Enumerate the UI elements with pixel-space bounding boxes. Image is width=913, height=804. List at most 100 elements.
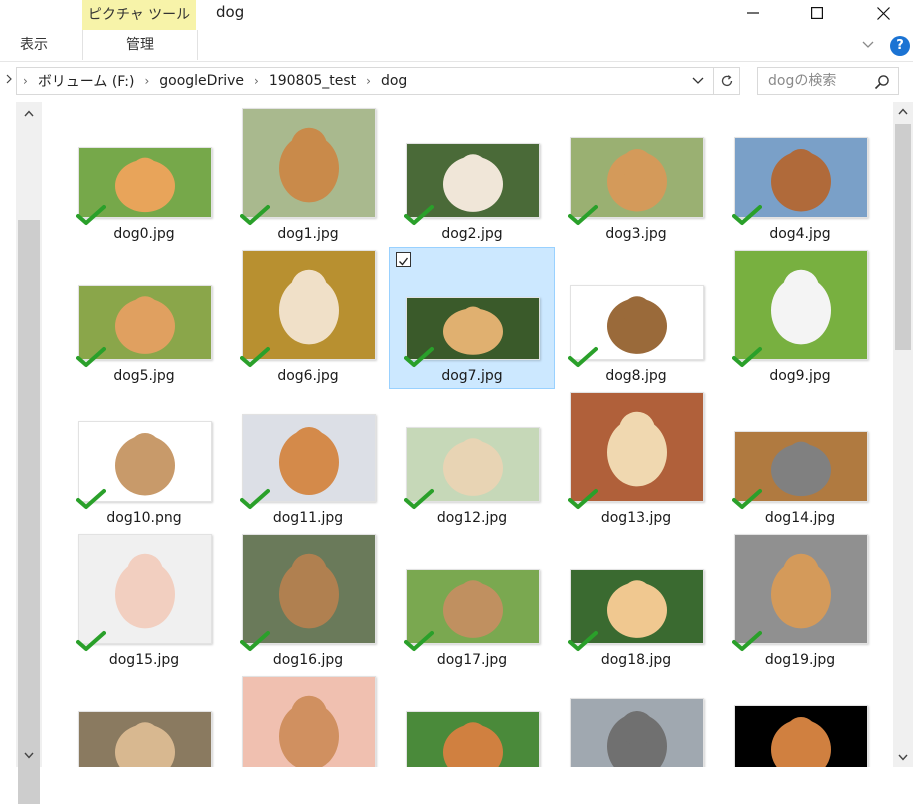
file-thumbnail — [406, 711, 540, 767]
file-name-label: dog3.jpg — [605, 226, 667, 242]
file-item-dog3-jpg[interactable]: dog3.jpg — [554, 106, 718, 246]
address-history-dropdown-icon[interactable] — [692, 75, 704, 88]
file-item-dog16-jpg[interactable]: dog16.jpg — [226, 532, 390, 672]
file-name-label: dog19.jpg — [764, 652, 836, 668]
search-box[interactable] — [757, 67, 899, 95]
file-name-label: dog15.jpg — [108, 652, 180, 668]
refresh-button[interactable] — [714, 67, 740, 95]
file-name-label: dog5.jpg — [113, 368, 175, 384]
file-item-dog6-jpg[interactable]: dog6.jpg — [226, 248, 390, 388]
file-list-scrollbar[interactable] — [893, 102, 913, 767]
file-item-dog14-jpg[interactable]: dog14.jpg — [718, 390, 882, 530]
file-thumbnail — [242, 250, 376, 360]
breadcrumb-item-190805-test[interactable]: 190805_test — [265, 73, 360, 89]
file-grid: dog0.jpg dog1.jpg dog2.jpg dog3.jpg dog4.jpg… — [62, 106, 888, 767]
breadcrumb-item-dog[interactable]: dog — [377, 73, 411, 89]
file-item-dog0-jpg[interactable]: dog0.jpg — [62, 106, 226, 246]
search-icon[interactable] — [874, 74, 890, 94]
breadcrumb-separator-icon: › — [23, 74, 28, 88]
file-name-label: dog7.jpg — [441, 368, 503, 384]
file-name-label: dog1.jpg — [277, 226, 339, 242]
scrollbar-thumb[interactable] — [895, 124, 911, 350]
scroll-down-arrow-icon[interactable] — [893, 750, 913, 764]
file-item-dog4-jpg[interactable]: dog4.jpg — [718, 106, 882, 246]
file-item-dog24-jpg[interactable] — [718, 674, 882, 767]
tab-manage[interactable]: 管理 — [82, 30, 198, 60]
window-title: dog — [216, 3, 245, 21]
file-item-dog9-jpg[interactable]: dog9.jpg — [718, 248, 882, 388]
address-bar[interactable]: › ボリューム (F:) › googleDrive › 190805_test… — [16, 67, 714, 95]
minimize-button[interactable] — [730, 0, 776, 26]
help-button[interactable]: ? — [890, 36, 910, 56]
sync-status-check-icon — [404, 630, 434, 652]
tab-view[interactable]: 表示 — [20, 30, 48, 60]
breadcrumb-separator-icon[interactable]: › — [360, 74, 377, 88]
recent-locations-icon[interactable] — [6, 72, 12, 88]
breadcrumb-item-googledrive[interactable]: googleDrive — [155, 73, 248, 89]
breadcrumb-separator-icon[interactable]: › — [138, 74, 155, 88]
file-thumbnail — [242, 108, 376, 218]
sync-status-check-icon — [240, 630, 270, 652]
navigation-pane-scrollbar[interactable] — [16, 102, 42, 804]
file-thumbnail — [242, 534, 376, 644]
close-button[interactable] — [860, 0, 906, 26]
file-item-dog2-jpg[interactable]: dog2.jpg — [390, 106, 554, 246]
file-item-dog7-jpg[interactable]: dog7.jpg — [389, 247, 555, 389]
file-name-label: dog14.jpg — [764, 510, 836, 526]
file-item-dog18-jpg[interactable]: dog18.jpg — [554, 532, 718, 672]
close-icon — [876, 6, 890, 20]
ribbon: ピクチャ ツール dog 表示 管理 ? — [0, 0, 913, 61]
file-item-dog5-jpg[interactable]: dog5.jpg — [62, 248, 226, 388]
navigation-pane-edge — [0, 102, 14, 767]
file-item-dog23-jpg[interactable] — [554, 674, 718, 767]
refresh-icon — [721, 75, 732, 87]
file-item-dog22-jpg[interactable] — [390, 674, 554, 767]
file-name-label: dog17.jpg — [436, 652, 508, 668]
sync-status-check-icon — [568, 630, 598, 652]
sync-status-check-icon — [568, 488, 598, 510]
sync-status-check-icon — [240, 488, 270, 510]
breadcrumb-separator-icon[interactable]: › — [248, 74, 265, 88]
sync-status-check-icon — [732, 204, 762, 226]
sync-status-check-icon — [568, 346, 598, 368]
sync-status-check-icon — [732, 346, 762, 368]
file-item-dog20-jpg[interactable] — [62, 674, 226, 767]
sync-status-check-icon — [76, 630, 106, 652]
scroll-up-arrow-icon[interactable] — [16, 106, 42, 120]
picture-tools-context-tab[interactable]: ピクチャ ツール — [82, 0, 196, 30]
item-select-checkbox[interactable] — [396, 252, 411, 267]
file-item-dog19-jpg[interactable]: dog19.jpg — [718, 532, 882, 672]
file-item-dog17-jpg[interactable]: dog17.jpg — [390, 532, 554, 672]
file-thumbnail — [570, 392, 704, 502]
file-item-dog11-jpg[interactable]: dog11.jpg — [226, 390, 390, 530]
file-item-dog10-png[interactable]: dog10.png — [62, 390, 226, 530]
file-item-dog21-jpg[interactable] — [226, 674, 390, 767]
file-item-dog12-jpg[interactable]: dog12.jpg — [390, 390, 554, 530]
sync-status-check-icon — [404, 488, 434, 510]
sync-status-check-icon — [240, 204, 270, 226]
scroll-up-arrow-icon[interactable] — [893, 104, 913, 118]
scrollbar-thumb[interactable] — [18, 220, 40, 804]
sync-status-check-icon — [240, 346, 270, 368]
search-input[interactable] — [766, 72, 878, 90]
sync-status-check-icon — [732, 488, 762, 510]
file-item-dog13-jpg[interactable]: dog13.jpg — [554, 390, 718, 530]
breadcrumb-item-volume[interactable]: ボリューム (F:) — [34, 71, 139, 91]
sync-status-check-icon — [76, 204, 106, 226]
ribbon-expand-chevron-icon[interactable] — [862, 38, 874, 53]
sync-status-check-icon — [76, 488, 106, 510]
file-name-label: dog16.jpg — [272, 652, 344, 668]
file-name-label: dog8.jpg — [605, 368, 667, 384]
file-item-dog15-jpg[interactable]: dog15.jpg — [62, 532, 226, 672]
maximize-button[interactable] — [794, 0, 840, 26]
file-thumbnail — [242, 676, 376, 767]
file-item-dog1-jpg[interactable]: dog1.jpg — [226, 106, 390, 246]
scroll-down-arrow-icon[interactable] — [16, 748, 42, 762]
file-name-label: dog2.jpg — [441, 226, 503, 242]
file-name-label: dog4.jpg — [769, 226, 831, 242]
file-name-label: dog10.png — [106, 510, 182, 526]
file-thumbnail — [734, 705, 868, 767]
file-item-dog8-jpg[interactable]: dog8.jpg — [554, 248, 718, 388]
file-name-label: dog0.jpg — [113, 226, 175, 242]
file-name-label: dog6.jpg — [277, 368, 339, 384]
